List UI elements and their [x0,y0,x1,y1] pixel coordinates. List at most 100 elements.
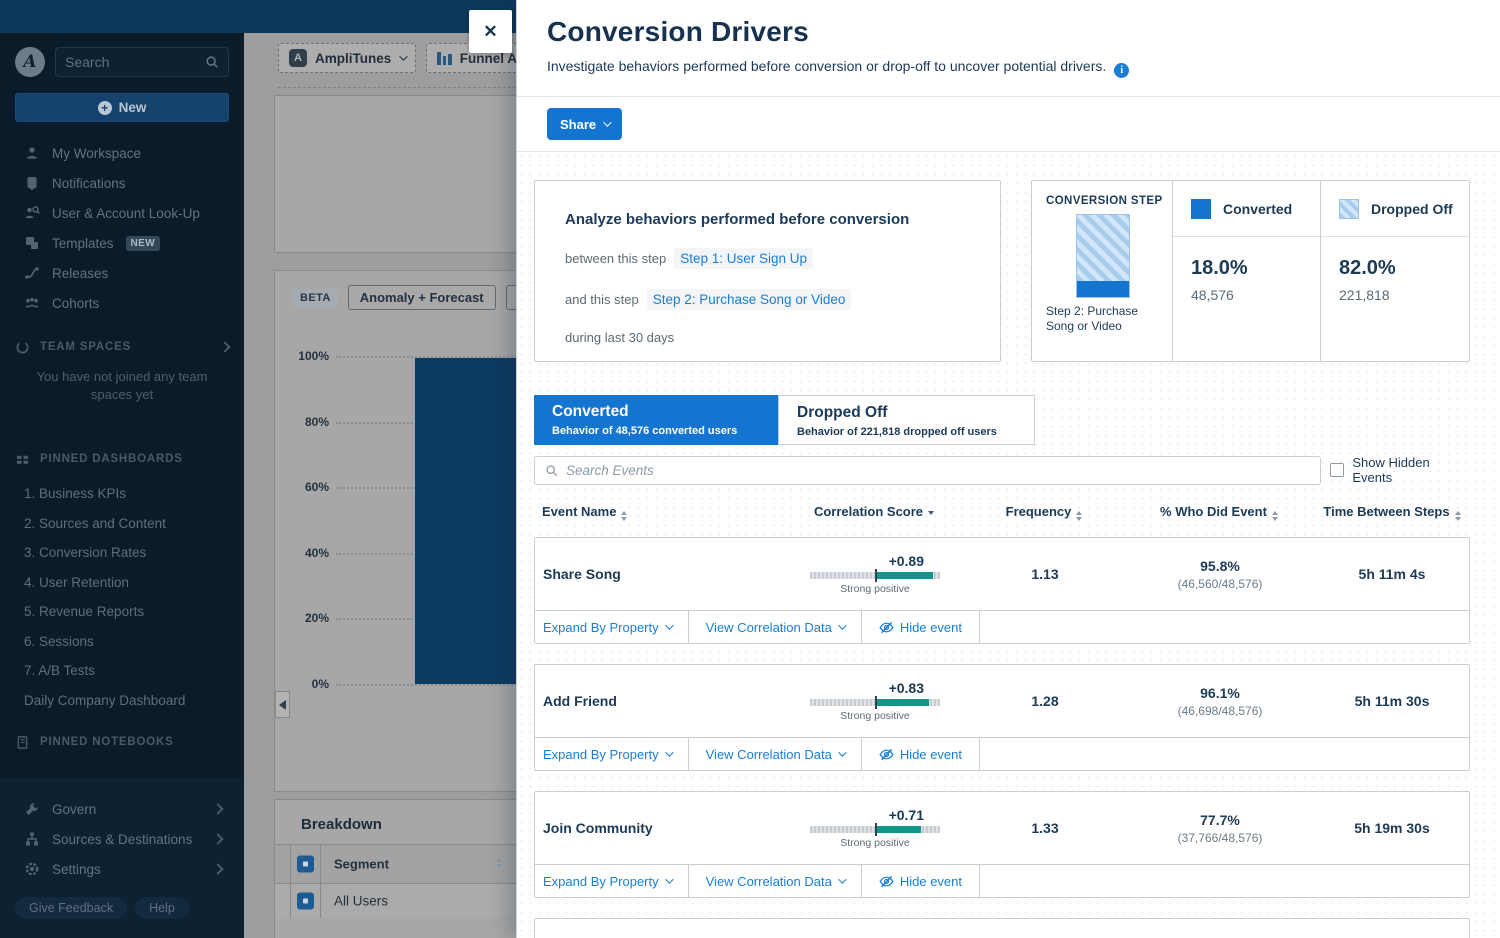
column-header--who-did-event[interactable]: % Who Did Event [1124,504,1314,521]
pinned-dashboard-item[interactable]: 1. Business KPIs [0,479,244,509]
y-axis-tick-label: 100% [275,349,329,363]
column-header-frequency[interactable]: Frequency [964,504,1124,521]
sort-icon[interactable] [1076,511,1082,521]
sidebar-item-lookup[interactable]: User & Account Look-Up [0,198,244,228]
sidebar-item-workspace[interactable]: My Workspace [0,138,244,168]
pinned-dashboard-item[interactable]: 3. Conversion Rates [0,538,244,568]
breakdown-title: Breakdown [301,816,382,833]
sidebar-item-sources[interactable]: Sources & Destinations [0,824,244,854]
team-spaces-empty-text: You have not joined any team spaces yet [24,368,220,404]
sort-icon[interactable] [1272,511,1278,521]
sidebar-item-releases[interactable]: Releases [0,258,244,288]
chevron-right-icon [212,833,223,844]
sidebar-search-placeholder: Search [65,54,205,70]
view-correlation-data-button[interactable]: View Correlation Data [689,865,862,897]
conversion-step-header: CONVERSION STEP [1046,195,1162,207]
funnel-chart-icon [437,51,452,65]
chevron-right-icon [212,803,223,814]
pinned-dashboard-item[interactable]: 7. A/B Tests [0,656,244,686]
workspace-tab-amplitunes[interactable]: A AmpliTunes [278,43,416,73]
pinned-dashboard-item[interactable]: Daily Company Dashboard [0,686,244,716]
percent-detail: (46,698/48,576) [1125,704,1315,718]
correlation-score-value: +0.83 [810,680,940,696]
dropped-off-count: 221,818 [1339,287,1469,303]
pinned-dashboard-item[interactable]: 5. Revenue Reports [0,597,244,627]
amplitude-logo[interactable]: A [15,47,45,77]
correlation-score-cell: +0.83Strong positive [785,680,965,722]
give-feedback-button[interactable]: Give Feedback [15,897,127,919]
sidebar-section-team-spaces[interactable]: TEAM SPACES [0,336,244,358]
event-row: Join Community+0.71Strong positive1.3377… [534,791,1470,898]
converted-legend-swatch [1191,199,1211,219]
close-button[interactable]: ✕ [469,10,512,53]
converted-segment [1077,281,1129,297]
collapse-handle[interactable] [275,691,290,718]
sidebar-section-pinned-dashboards: PINNED DASHBOARDS [0,448,244,470]
sidebar-item-settings[interactable]: Settings [0,854,244,884]
help-button[interactable]: Help [135,897,189,919]
view-correlation-data-button[interactable]: View Correlation Data [689,738,862,770]
breakdown-row-all-users[interactable]: All Users [275,884,516,918]
pinned-dashboard-item[interactable]: 4. User Retention [0,568,244,598]
sort-icon[interactable] [621,511,627,521]
share-button[interactable]: Share [547,108,622,140]
expand-by-property-button[interactable]: Expand By Property [535,611,689,643]
dimmed-background-content: A AmpliTunes Funnel Analysi BETA Anomaly… [244,33,516,938]
column-header-time-between-steps[interactable]: Time Between Steps [1314,504,1470,521]
search-events-input[interactable]: Search Events [534,456,1321,485]
correlation-bar-fill [875,572,933,579]
correlation-score-cell: +0.71Strong positive [785,807,965,849]
sidebar-item-templates[interactable]: TemplatesNEW [0,228,244,258]
checkbox-icon[interactable] [1330,463,1344,477]
sort-icon[interactable] [1455,511,1461,521]
hide-event-button[interactable]: Hide event [862,865,980,897]
frequency-value: 1.13 [965,566,1125,582]
drop-zone-divider [278,87,516,88]
hide-event-button[interactable]: Hide event [862,611,980,643]
funnel-chart-card: BETA Anomaly + Forecast Compare 100%80%6… [274,270,516,792]
sort-icon[interactable] [496,858,502,868]
sidebar-item-cohorts[interactable]: Cohorts [0,288,244,318]
pinned-dashboard-item[interactable]: 6. Sessions [0,627,244,657]
tab-dropped-off[interactable]: Dropped Off Behavior of 221,818 dropped … [778,395,1035,445]
breakdown-card: Breakdown Segment All Users [274,799,516,938]
step1-selector[interactable]: Step 1: User Sign Up [674,248,813,269]
correlation-bar-zero-tick [875,569,877,582]
sidebar-nav: My WorkspaceNotificationsUser & Account … [0,138,244,318]
expand-by-property-button[interactable]: Expand By Property [535,865,689,897]
converted-percent: 18.0% [1191,257,1320,280]
sidebar-search-input[interactable]: Search [55,47,229,77]
segment-column-header[interactable]: Segment [334,857,389,872]
column-header-correlation-score[interactable]: Correlation Score [784,504,964,519]
percent-detail: (46,560/48,576) [1125,577,1315,591]
tab-converted[interactable]: Converted Behavior of 48,576 converted u… [534,395,778,445]
show-hidden-events-toggle[interactable]: Show Hidden Events [1330,455,1470,485]
conversion-step-label: Step 2: Purchase Song or Video [1046,304,1162,334]
sort-icon[interactable] [928,511,934,515]
step2-selector[interactable]: Step 2: Purchase Song or Video [647,289,852,310]
new-button[interactable]: + New [15,93,229,122]
percent-detail: (37,766/48,576) [1125,831,1315,845]
chevron-down-icon [838,875,846,883]
info-icon[interactable]: i [1114,63,1129,78]
pinned-dashboard-item[interactable]: 2. Sources and Content [0,509,244,539]
expand-by-property-button[interactable]: Expand By Property [535,738,689,770]
compare-button[interactable]: Compare [506,285,516,310]
hide-event-button[interactable]: Hide event [862,738,980,770]
view-correlation-data-button[interactable]: View Correlation Data [689,611,862,643]
correlation-strength-label: Strong positive [840,583,909,595]
segment-icon [297,856,314,873]
sidebar-item-notifications[interactable]: Notifications [0,168,244,198]
event-row-main: Add Friend+0.83Strong positive1.2896.1%(… [535,665,1469,737]
correlation-bar [810,699,940,706]
conversion-drivers-panel: Conversion Drivers Investigate behaviors… [516,0,1500,938]
gridline [336,684,516,686]
arrow-left-icon [279,700,286,710]
conversion-step-card: CONVERSION STEP Step 2: Purchase Song or… [1031,180,1470,362]
anomaly-forecast-button[interactable]: Anomaly + Forecast [348,285,496,310]
percent-value: 96.1% [1125,685,1315,701]
chevron-right-icon [219,341,230,352]
column-header-event-name[interactable]: Event Name [534,504,784,521]
correlation-bar [810,572,940,579]
sidebar-item-govern[interactable]: Govern [0,794,244,824]
